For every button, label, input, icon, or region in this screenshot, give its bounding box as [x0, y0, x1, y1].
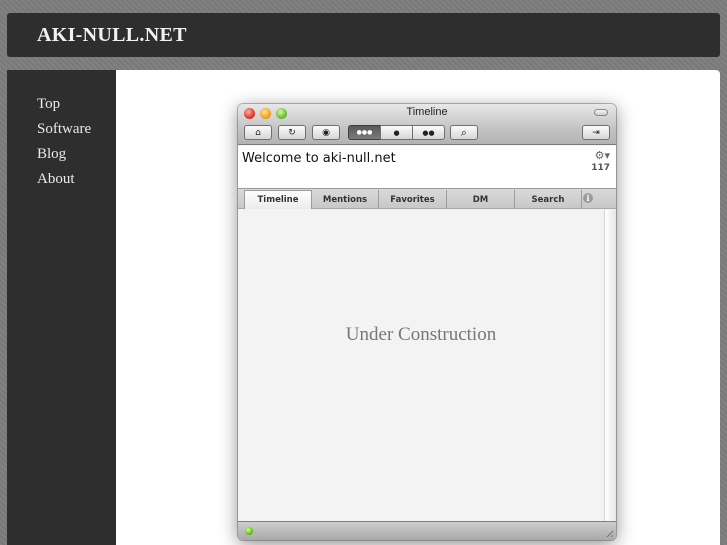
search-button[interactable]: ⌕: [450, 125, 478, 140]
sidebar: Top Software Blog About: [7, 70, 116, 545]
under-construction-text: Under Construction: [345, 324, 497, 345]
site-title[interactable]: AKI-NULL.NET: [37, 24, 187, 47]
window-title: Timeline: [406, 106, 448, 118]
tab-mentions[interactable]: Mentions: [312, 190, 379, 209]
mentions-view-button[interactable]: ●: [380, 125, 413, 140]
tab-timeline[interactable]: Timeline: [244, 190, 312, 209]
speech-bubble-icon: ●: [393, 128, 400, 137]
post-button[interactable]: ⇥: [582, 125, 610, 140]
record-button[interactable]: ◉: [312, 125, 340, 140]
dm-view-button[interactable]: ●●: [412, 125, 445, 140]
speech-bubbles-icon: ●●●: [356, 129, 373, 136]
tab-dm[interactable]: DM: [447, 190, 515, 209]
tab-search[interactable]: Search: [515, 190, 582, 209]
search-icon: ⌕: [460, 125, 468, 139]
title-bar[interactable]: Timeline ⌂ ↻ ◉ ●●● ● ●● ⌕ ⇥: [238, 104, 616, 145]
resize-grip-icon[interactable]: [604, 528, 613, 537]
post-icon: ⇥: [592, 127, 600, 138]
timeline-view-button[interactable]: ●●●: [348, 125, 381, 140]
site-header: AKI-NULL.NET: [7, 13, 720, 57]
nav-item-blog[interactable]: Blog: [37, 146, 66, 163]
nav-item-top[interactable]: Top: [37, 96, 60, 113]
status-header: Welcome to aki-null.net ⚙▾ 117: [238, 146, 616, 189]
home-button[interactable]: ⌂: [244, 125, 272, 140]
connection-status-icon: [245, 527, 253, 535]
toolbar-toggle-button[interactable]: [594, 109, 608, 116]
nav-item-software[interactable]: Software: [37, 121, 91, 138]
info-icon[interactable]: i: [583, 193, 593, 203]
tab-favorites[interactable]: Favorites: [379, 190, 447, 209]
refresh-icon: ↻: [288, 127, 296, 138]
gear-icon[interactable]: ⚙▾: [595, 149, 610, 162]
scrollbar[interactable]: [604, 210, 616, 521]
character-count: 117: [591, 163, 610, 173]
home-icon: ⌂: [255, 127, 261, 138]
timeline-body: Under Construction: [238, 210, 604, 521]
double-bubble-icon: ●●: [422, 128, 435, 137]
welcome-text: Welcome to aki-null.net: [242, 151, 396, 166]
status-bar: [238, 521, 616, 540]
nav-item-about[interactable]: About: [37, 171, 75, 188]
record-icon: ◉: [322, 127, 330, 138]
refresh-button[interactable]: ↻: [278, 125, 306, 140]
app-window: Timeline ⌂ ↻ ◉ ●●● ● ●● ⌕ ⇥ Welcome to a…: [238, 104, 616, 540]
tab-bar: Timeline Mentions Favorites DM Search i: [238, 189, 616, 209]
